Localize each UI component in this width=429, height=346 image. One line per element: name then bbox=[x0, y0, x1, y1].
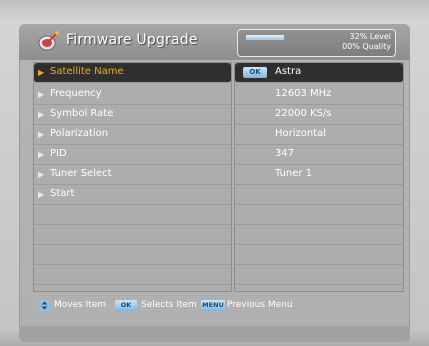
up-down-key-icon bbox=[39, 300, 50, 311]
empty-row bbox=[235, 225, 403, 245]
bottom-strip bbox=[19, 326, 410, 342]
signal-level-bar bbox=[246, 35, 284, 40]
empty-row bbox=[235, 265, 403, 285]
satellite-dish-icon bbox=[38, 31, 59, 51]
setting-label: PID bbox=[50, 148, 67, 159]
ok-badge: OK bbox=[243, 67, 267, 78]
signal-quality-text: 00% Quality bbox=[342, 42, 391, 51]
list-item-pid[interactable]: ▶ PID bbox=[34, 145, 231, 165]
empty-row bbox=[235, 205, 403, 225]
empty-row bbox=[34, 205, 231, 225]
help-moves-text: Moves Item bbox=[54, 300, 107, 310]
chevron-right-icon: ▶ bbox=[38, 170, 45, 179]
value-symbol-rate[interactable]: 22000 KS/s bbox=[235, 105, 403, 125]
list-item-frequency[interactable]: ▶ Frequency bbox=[34, 85, 231, 105]
setting-value: Horizontal bbox=[275, 128, 327, 139]
empty-row bbox=[34, 265, 231, 285]
help-bar: Moves Item OK Selects Item MENU Previous… bbox=[33, 296, 402, 318]
setting-value: Astra bbox=[275, 66, 302, 77]
setting-value: 12603 MHz bbox=[275, 88, 332, 99]
list-item-symbol-rate[interactable]: ▶ Symbol Rate bbox=[34, 105, 231, 125]
ok-key-badge: OK bbox=[115, 300, 137, 311]
value-start bbox=[235, 185, 403, 205]
setting-label: Start bbox=[50, 188, 75, 199]
setting-label: Polarization bbox=[50, 128, 109, 139]
chevron-right-icon: ▶ bbox=[38, 68, 45, 77]
menu-key-badge: MENU bbox=[201, 300, 225, 311]
empty-row bbox=[235, 245, 403, 265]
setting-label: Symbol Rate bbox=[50, 108, 114, 119]
value-polarization[interactable]: Horizontal bbox=[235, 125, 403, 145]
list-item-satellite-name[interactable]: ▶ Satellite Name bbox=[34, 63, 231, 83]
list-item-polarization[interactable]: ▶ Polarization bbox=[34, 125, 231, 145]
list-item-tuner-select[interactable]: ▶ Tuner Select bbox=[34, 165, 231, 185]
setting-label: Satellite Name bbox=[50, 66, 124, 77]
settings-value-list: OK Astra 12603 MHz 22000 KS/s Horizontal… bbox=[234, 62, 404, 292]
setting-value: 347 bbox=[275, 148, 295, 159]
chevron-right-icon: ▶ bbox=[38, 110, 45, 119]
chevron-right-icon: ▶ bbox=[38, 190, 45, 199]
chevron-right-icon: ▶ bbox=[38, 90, 45, 99]
value-pid[interactable]: 347 bbox=[235, 145, 403, 165]
help-selects-text: Selects Item bbox=[141, 300, 197, 310]
empty-row bbox=[34, 225, 231, 245]
setting-value: Tuner 1 bbox=[275, 168, 313, 179]
chevron-right-icon: ▶ bbox=[38, 130, 45, 139]
setting-label: Frequency bbox=[50, 88, 102, 99]
value-satellite-name[interactable]: OK Astra bbox=[235, 63, 403, 83]
setting-label: Tuner Select bbox=[50, 168, 112, 179]
help-previous-text: Previous Menu bbox=[227, 300, 293, 310]
value-frequency[interactable]: 12603 MHz bbox=[235, 85, 403, 105]
setting-value: 22000 KS/s bbox=[275, 108, 332, 119]
chevron-right-icon: ▶ bbox=[38, 150, 45, 159]
settings-label-list: ▶ Satellite Name ▶ Frequency ▶ Symbol Ra… bbox=[33, 62, 232, 292]
page-title: Firmware Upgrade bbox=[66, 32, 198, 48]
empty-row bbox=[34, 245, 231, 265]
value-tuner-select[interactable]: Tuner 1 bbox=[235, 165, 403, 185]
list-item-start[interactable]: ▶ Start bbox=[34, 185, 231, 205]
signal-level-text: 32% Level bbox=[349, 32, 391, 41]
